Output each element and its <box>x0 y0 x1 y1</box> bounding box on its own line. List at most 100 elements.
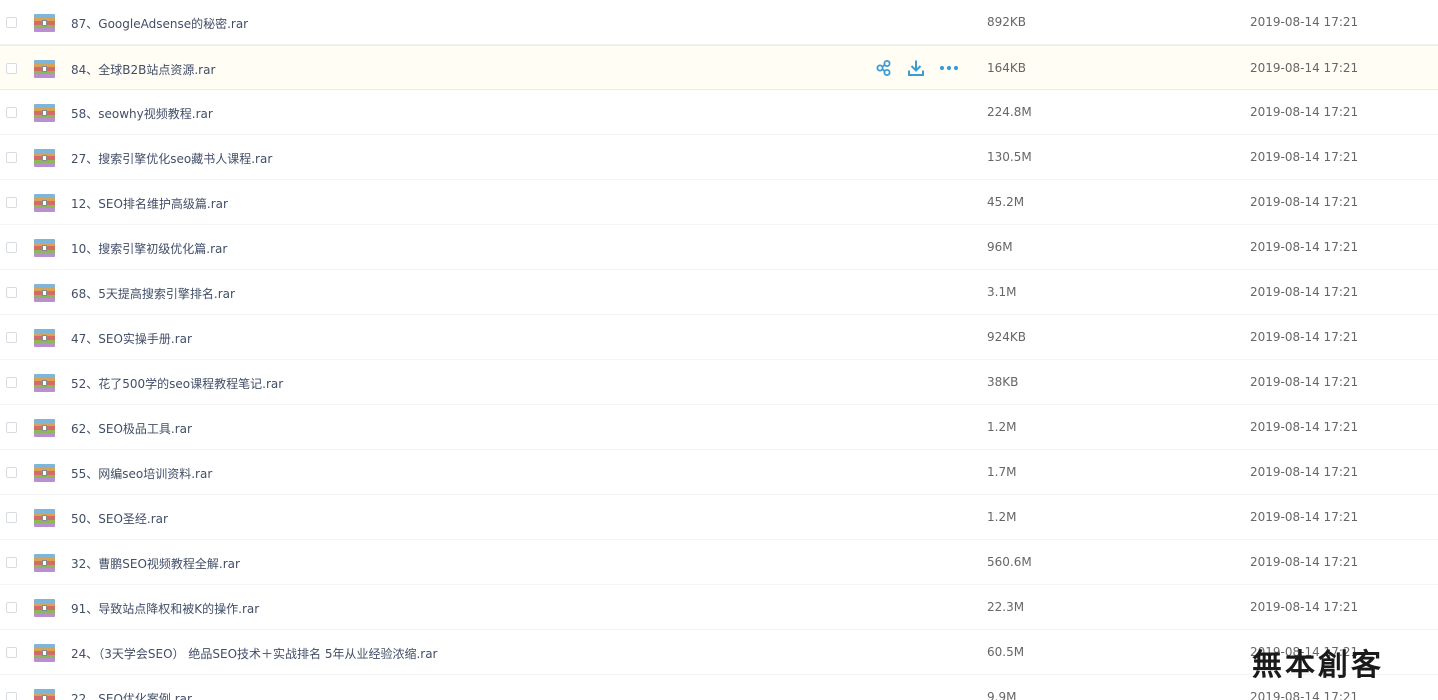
file-name[interactable]: 22、SEO优化案例.rar <box>71 690 192 700</box>
rar-archive-icon <box>34 194 55 212</box>
file-row[interactable]: 32、曹鹏SEO视频教程全解.rar 560.6M 2019-08-14 17:21 <box>0 540 1438 585</box>
file-date: 2019-08-14 17:21 <box>1250 240 1359 254</box>
file-name[interactable]: 12、SEO排名维护高级篇.rar <box>71 195 228 212</box>
file-name[interactable]: 47、SEO实操手册.rar <box>71 330 192 347</box>
file-size: 560.6M <box>987 555 1032 569</box>
file-date: 2019-08-14 17:21 <box>1250 465 1359 479</box>
file-name[interactable]: 32、曹鹏SEO视频教程全解.rar <box>71 555 240 572</box>
rar-archive-icon <box>34 599 55 617</box>
file-date: 2019-08-14 17:21 <box>1250 15 1359 29</box>
file-size: 38KB <box>987 375 1019 389</box>
file-row[interactable]: 58、seowhy视频教程.rar 224.8M 2019-08-14 17:21 <box>0 90 1438 135</box>
file-size: 96M <box>987 240 1013 254</box>
file-row[interactable]: 68、5天提高搜索引擎排名.rar 3.1M 2019-08-14 17:21 <box>0 270 1438 315</box>
file-row[interactable]: 50、SEO圣经.rar 1.2M 2019-08-14 17:21 <box>0 495 1438 540</box>
row-checkbox[interactable] <box>6 467 17 478</box>
row-checkbox[interactable] <box>6 152 17 163</box>
row-checkbox[interactable] <box>6 197 17 208</box>
file-name[interactable]: 87、GoogleAdsense的秘密.rar <box>71 15 248 32</box>
rar-archive-icon <box>34 104 55 122</box>
rar-archive-icon <box>34 509 55 527</box>
file-date: 2019-08-14 17:21 <box>1250 600 1359 614</box>
row-checkbox[interactable] <box>6 17 17 28</box>
watermark: 無本創客 <box>1252 648 1384 683</box>
file-row[interactable]: 84、全球B2B站点资源.rar 164KB 2019-08-14 17:21 <box>0 45 1438 90</box>
file-name[interactable]: 52、花了500学的seo课程教程笔记.rar <box>71 375 283 392</box>
file-size: 45.2M <box>987 195 1025 209</box>
file-date: 2019-08-14 17:21 <box>1250 375 1359 389</box>
file-size: 1.2M <box>987 420 1017 434</box>
file-row[interactable]: 91、导致站点降权和被K的操作.rar 22.3M 2019-08-14 17:21 <box>0 585 1438 630</box>
row-checkbox[interactable] <box>6 287 17 298</box>
row-checkbox[interactable] <box>6 242 17 253</box>
file-name[interactable]: 68、5天提高搜索引擎排名.rar <box>71 285 235 302</box>
more-icon[interactable] <box>939 59 959 77</box>
file-row[interactable]: 27、搜索引擎优化seo藏书人课程.rar 130.5M 2019-08-14 17… <box>0 135 1438 180</box>
file-date: 2019-08-14 17:21 <box>1250 105 1359 119</box>
file-row[interactable]: 87、GoogleAdsense的秘密.rar 892KB 2019-08-14 1… <box>0 0 1438 45</box>
file-size: 892KB <box>987 15 1027 29</box>
row-checkbox[interactable] <box>6 557 17 568</box>
row-checkbox[interactable] <box>6 107 17 118</box>
download-icon[interactable] <box>907 59 927 77</box>
file-name[interactable]: 62、SEO极品工具.rar <box>71 420 192 437</box>
file-row[interactable]: 47、SEO实操手册.rar 924KB 2019-08-14 17:21 <box>0 315 1438 360</box>
row-checkbox[interactable] <box>6 692 17 700</box>
file-size: 164KB <box>987 61 1027 75</box>
file-size: 3.1M <box>987 285 1017 299</box>
file-date: 2019-08-14 17:21 <box>1250 150 1359 164</box>
file-size: 22.3M <box>987 600 1025 614</box>
file-name[interactable]: 91、导致站点降权和被K的操作.rar <box>71 600 259 617</box>
file-size: 1.7M <box>987 465 1017 479</box>
file-size: 924KB <box>987 330 1027 344</box>
row-checkbox[interactable] <box>6 377 17 388</box>
file-date: 2019-08-14 17:21 <box>1250 195 1359 209</box>
file-name[interactable]: 24、（3天学会SEO） 绝品SEO技术＋实战排名 5年从业经验浓缩.rar <box>71 645 438 662</box>
file-name[interactable]: 27、搜索引擎优化seo藏书人课程.rar <box>71 150 272 167</box>
row-checkbox[interactable] <box>6 647 17 658</box>
file-row[interactable]: 52、花了500学的seo课程教程笔记.rar 38KB 2019-08-14 17… <box>0 360 1438 405</box>
rar-archive-icon <box>34 329 55 347</box>
file-date: 2019-08-14 17:21 <box>1250 330 1359 344</box>
rar-archive-icon <box>34 374 55 392</box>
file-date: 2019-08-14 17:21 <box>1250 555 1359 569</box>
row-checkbox[interactable] <box>6 63 17 74</box>
file-size: 9.9M <box>987 690 1017 700</box>
file-name[interactable]: 84、全球B2B站点资源.rar <box>71 61 215 78</box>
file-date: 2019-08-14 17:21 <box>1250 690 1359 700</box>
rar-archive-icon <box>34 14 55 32</box>
file-name[interactable]: 50、SEO圣经.rar <box>71 510 168 527</box>
rar-archive-icon <box>34 284 55 302</box>
file-name[interactable]: 55、网编seo培训资料.rar <box>71 465 212 482</box>
share-icon[interactable] <box>875 59 895 77</box>
rar-archive-icon <box>34 60 55 78</box>
file-size: 1.2M <box>987 510 1017 524</box>
file-size: 60.5M <box>987 645 1025 659</box>
rar-archive-icon <box>34 464 55 482</box>
file-row[interactable]: 22、SEO优化案例.rar 9.9M 2019-08-14 17:21 <box>0 675 1438 700</box>
rar-archive-icon <box>34 149 55 167</box>
rar-archive-icon <box>34 644 55 662</box>
file-list: 87、GoogleAdsense的秘密.rar 892KB 2019-08-14 1… <box>0 0 1438 700</box>
rar-archive-icon <box>34 554 55 572</box>
rar-archive-icon <box>34 239 55 257</box>
file-date: 2019-08-14 17:21 <box>1250 510 1359 524</box>
file-name[interactable]: 10、搜索引擎初级优化篇.rar <box>71 240 227 257</box>
file-row[interactable]: 10、搜索引擎初级优化篇.rar 96M 2019-08-14 17:21 <box>0 225 1438 270</box>
file-row[interactable]: 12、SEO排名维护高级篇.rar 45.2M 2019-08-14 17:21 <box>0 180 1438 225</box>
file-date: 2019-08-14 17:21 <box>1250 285 1359 299</box>
file-row[interactable]: 62、SEO极品工具.rar 1.2M 2019-08-14 17:21 <box>0 405 1438 450</box>
row-checkbox[interactable] <box>6 422 17 433</box>
file-size: 130.5M <box>987 150 1032 164</box>
file-date: 2019-08-14 17:21 <box>1250 61 1359 75</box>
row-checkbox[interactable] <box>6 602 17 613</box>
file-size: 224.8M <box>987 105 1032 119</box>
row-checkbox[interactable] <box>6 512 17 523</box>
rar-archive-icon <box>34 689 55 700</box>
file-row[interactable]: 55、网编seo培训资料.rar 1.7M 2019-08-14 17:21 <box>0 450 1438 495</box>
row-checkbox[interactable] <box>6 332 17 343</box>
file-row[interactable]: 24、（3天学会SEO） 绝品SEO技术＋实战排名 5年从业经验浓缩.rar 60… <box>0 630 1438 675</box>
rar-archive-icon <box>34 419 55 437</box>
file-name[interactable]: 58、seowhy视频教程.rar <box>71 105 213 122</box>
file-date: 2019-08-14 17:21 <box>1250 420 1359 434</box>
